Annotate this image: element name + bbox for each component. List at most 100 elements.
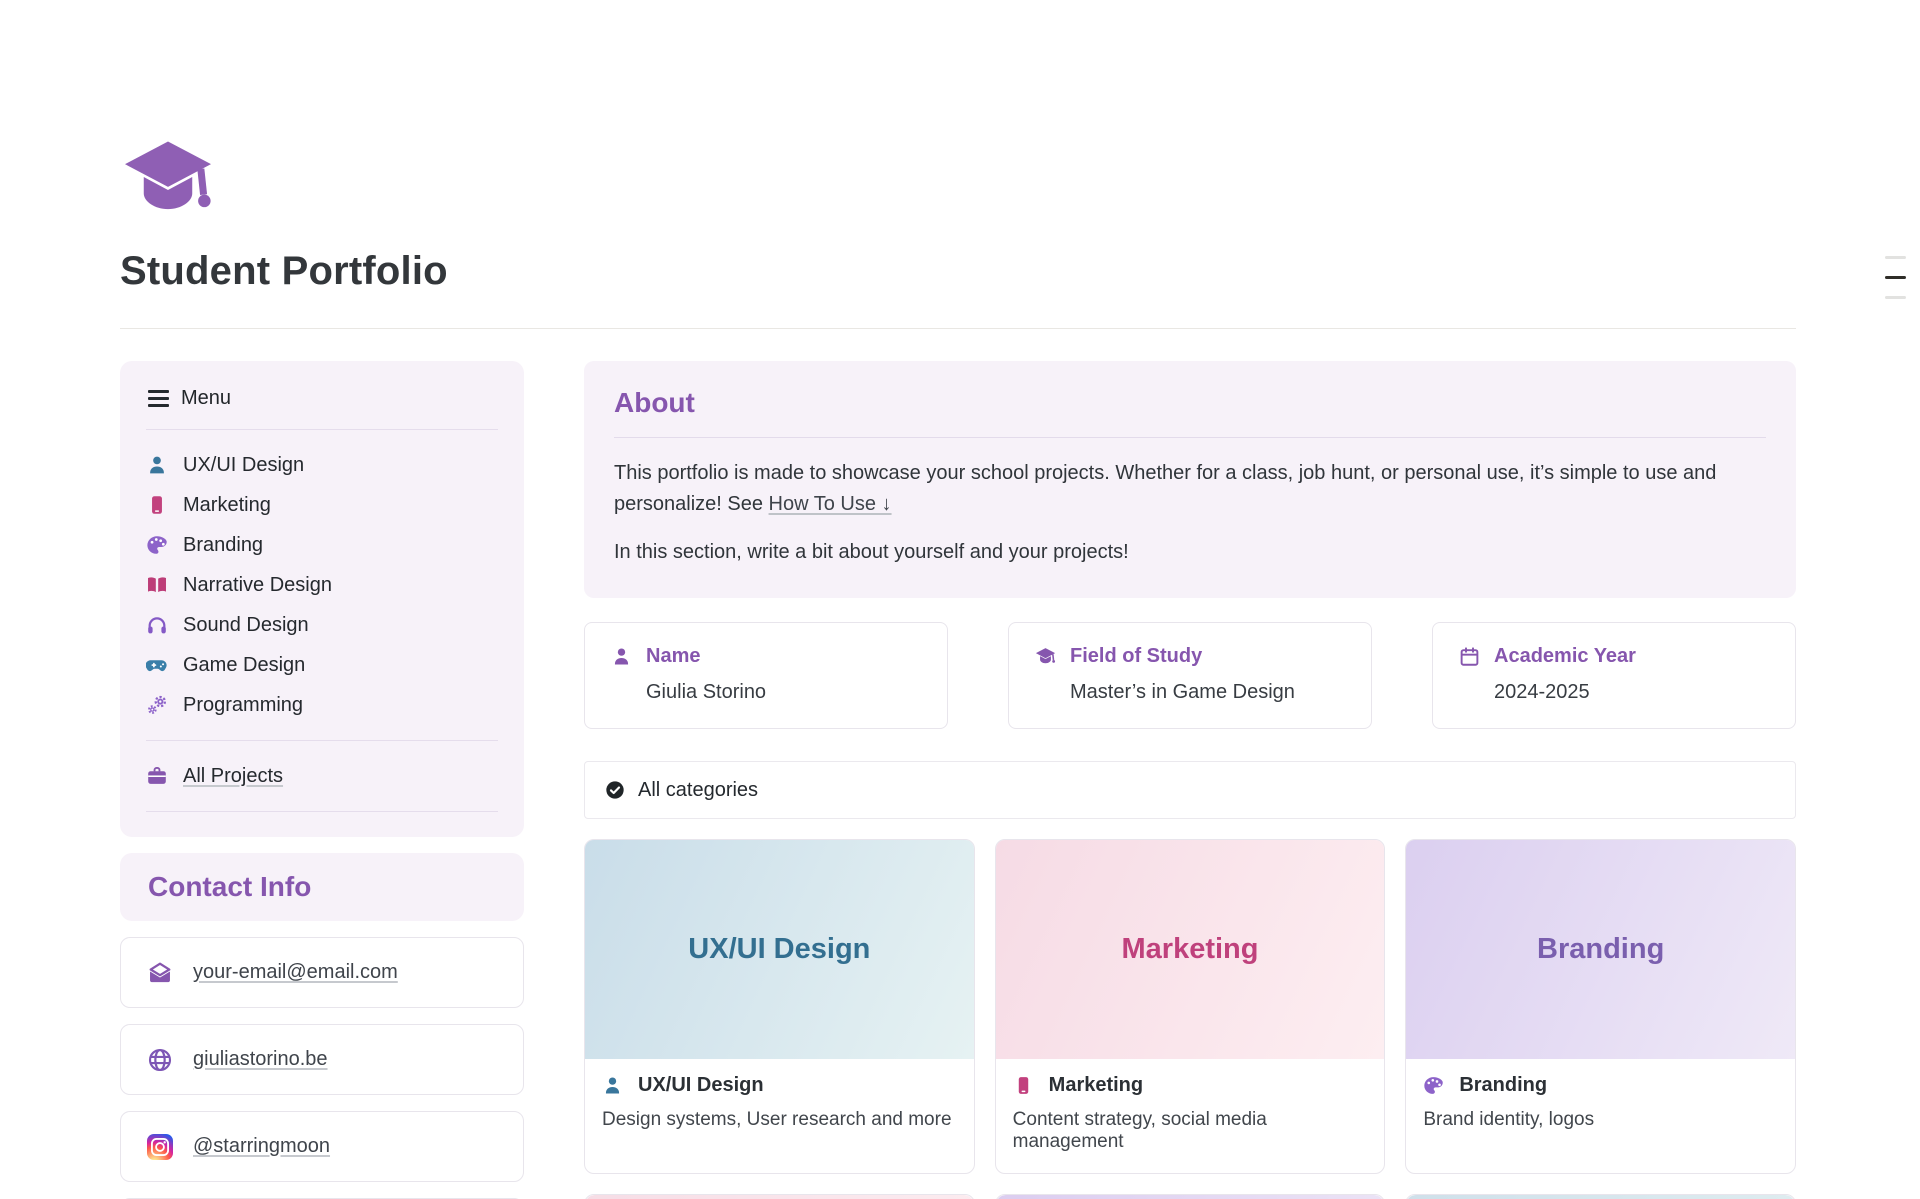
divider: [146, 429, 498, 430]
category-banner: Marketing: [996, 840, 1385, 1059]
person-icon: [611, 646, 632, 667]
gears-icon: [146, 694, 168, 716]
menu-card: Menu UX/UI Design Marketing Branding: [120, 361, 524, 837]
category-banner: [996, 1195, 1385, 1199]
category-banner: [1406, 1195, 1795, 1199]
category-description: Brand identity, logos: [1423, 1109, 1778, 1131]
divider: [146, 811, 498, 812]
graduation-cap-icon: [1035, 646, 1056, 667]
category-banner: [585, 1195, 974, 1199]
sidebar-item-game-design[interactable]: Game Design: [146, 645, 498, 685]
sidebar-item-sound-design[interactable]: Sound Design: [146, 605, 498, 645]
page-title: Student Portfolio: [120, 249, 1796, 294]
category-banner: Branding: [1406, 840, 1795, 1059]
category-card-partial[interactable]: [995, 1194, 1386, 1199]
info-card-label: Academic Year: [1494, 645, 1636, 668]
info-card-label: Field of Study: [1070, 645, 1202, 668]
sidebar-item-label: Programming: [183, 694, 303, 717]
contact-link-label: @starringmoon: [193, 1135, 330, 1158]
sidebar-item-programming[interactable]: Programming: [146, 685, 498, 725]
info-cards-row: Name Giulia Storino Field of Study Maste…: [584, 622, 1796, 729]
sidebar-item-marketing[interactable]: Marketing: [146, 485, 498, 525]
menu-header: Menu: [146, 383, 498, 414]
contact-info-card: Contact Info: [120, 853, 524, 921]
category-name: Branding: [1459, 1074, 1547, 1097]
graduation-cap-icon: [120, 136, 216, 222]
divider: [614, 437, 1766, 438]
menu-label: Menu: [181, 387, 231, 410]
contact-link-instagram[interactable]: @starringmoon: [120, 1111, 524, 1182]
sidebar-item-label: All Projects: [183, 765, 283, 788]
smartphone-icon: [1013, 1075, 1034, 1096]
about-section: About This portfolio is made to showcase…: [584, 361, 1796, 598]
gamepad-icon: [146, 654, 168, 676]
calendar-icon: [1459, 646, 1480, 667]
category-grid: UX/UI Design UX/UI Design Design systems…: [584, 839, 1796, 1174]
sidebar-item-label: Branding: [183, 534, 263, 557]
headphones-icon: [146, 614, 168, 636]
info-card-value: Master’s in Game Design: [1070, 681, 1345, 704]
info-card-value: 2024-2025: [1494, 681, 1769, 704]
sidebar-item-label: Sound Design: [183, 614, 309, 637]
smartphone-icon: [146, 494, 168, 516]
sidebar-item-label: Marketing: [183, 494, 271, 517]
info-card-name: Name Giulia Storino: [584, 622, 948, 729]
sidebar-item-all-projects[interactable]: All Projects: [146, 756, 498, 796]
divider: [120, 328, 1796, 329]
category-card-branding[interactable]: Branding Branding Brand identity, logos: [1405, 839, 1796, 1174]
palette-icon: [146, 534, 168, 556]
palette-icon: [1423, 1075, 1444, 1096]
open-book-icon: [146, 574, 168, 596]
category-banner: UX/UI Design: [585, 840, 974, 1059]
check-circle-icon: [605, 780, 625, 800]
globe-icon: [147, 1047, 173, 1073]
outline-section-mark-active[interactable]: [1885, 276, 1906, 279]
outline-section-mark[interactable]: [1885, 296, 1906, 299]
info-card-field-of-study: Field of Study Master’s in Game Design: [1008, 622, 1372, 729]
category-banner-title: UX/UI Design: [688, 933, 870, 966]
sidebar-item-branding[interactable]: Branding: [146, 525, 498, 565]
contact-link-label: your-email@email.com: [193, 961, 398, 984]
category-description: Design systems, User research and more: [602, 1109, 957, 1131]
sidebar-item-narrative-design[interactable]: Narrative Design: [146, 565, 498, 605]
all-categories-filter[interactable]: All categories: [584, 761, 1796, 819]
contact-link-label: giuliastorino.be: [193, 1048, 328, 1071]
how-to-use-link[interactable]: How To Use ↓: [769, 493, 892, 515]
category-card-partial[interactable]: [1405, 1194, 1796, 1199]
sidebar-item-label: Game Design: [183, 654, 305, 677]
sidebar-item-label: UX/UI Design: [183, 454, 304, 477]
person-icon: [602, 1075, 623, 1096]
instagram-icon: [147, 1134, 173, 1160]
page-outline-indicator: [1885, 256, 1906, 299]
filter-label: All categories: [638, 779, 758, 802]
category-name: UX/UI Design: [638, 1074, 764, 1097]
category-card-partial[interactable]: [584, 1194, 975, 1199]
page: Student Portfolio Menu UX/UI Design: [120, 0, 1796, 1199]
category-banner-title: Branding: [1537, 933, 1664, 966]
page-header: Student Portfolio: [120, 0, 1796, 329]
contact-link-website[interactable]: giuliastorino.be: [120, 1024, 524, 1095]
sidebar: Menu UX/UI Design Marketing Branding: [120, 361, 524, 1199]
about-heading: About: [614, 387, 1766, 419]
contact-link-email[interactable]: your-email@email.com: [120, 937, 524, 1008]
category-description: Content strategy, social media managemen…: [1013, 1109, 1368, 1153]
menu-list: UX/UI Design Marketing Branding Narrativ…: [146, 445, 498, 725]
info-card-academic-year: Academic Year 2024-2025: [1432, 622, 1796, 729]
about-paragraph: This portfolio is made to showcase your …: [614, 458, 1766, 520]
divider: [146, 740, 498, 741]
info-card-label: Name: [646, 645, 700, 668]
envelope-icon: [147, 960, 173, 986]
main-content: About This portfolio is made to showcase…: [584, 361, 1796, 1199]
contact-info-heading: Contact Info: [148, 871, 496, 903]
category-grid-row2: [584, 1194, 1796, 1199]
sidebar-item-uxui-design[interactable]: UX/UI Design: [146, 445, 498, 485]
category-card-uxui-design[interactable]: UX/UI Design UX/UI Design Design systems…: [584, 839, 975, 1174]
hamburger-icon: [148, 390, 169, 407]
category-banner-title: Marketing: [1122, 933, 1259, 966]
category-card-marketing[interactable]: Marketing Marketing Content strategy, so…: [995, 839, 1386, 1174]
info-card-value: Giulia Storino: [646, 681, 921, 704]
category-name: Marketing: [1049, 1074, 1143, 1097]
outline-section-mark[interactable]: [1885, 256, 1906, 259]
briefcase-icon: [146, 765, 168, 787]
about-paragraph: In this section, write a bit about yours…: [614, 537, 1766, 568]
